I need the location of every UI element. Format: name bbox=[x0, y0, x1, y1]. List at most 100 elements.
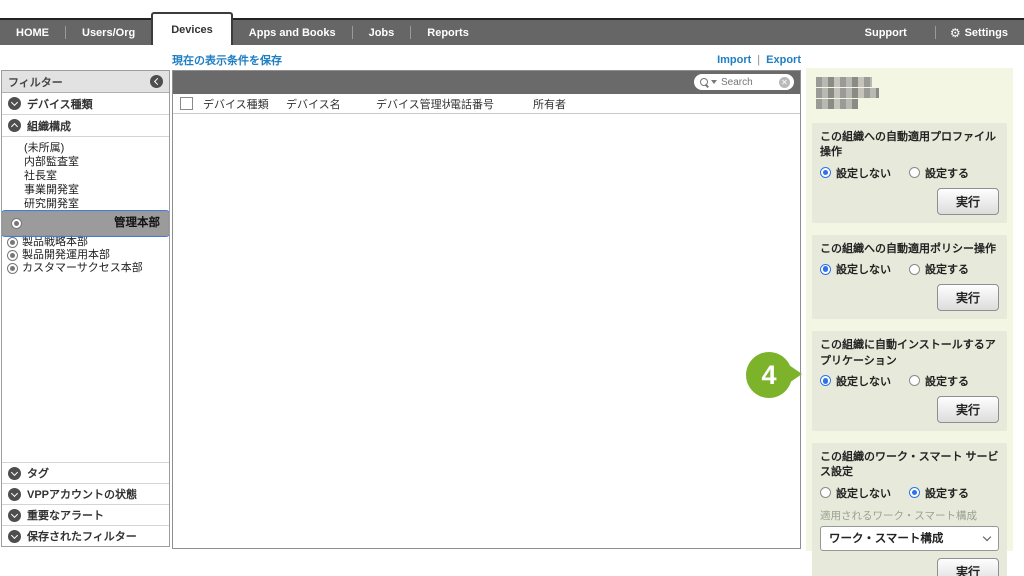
filter-section-device-type[interactable]: デバイス種類 bbox=[2, 93, 169, 115]
tab-users-org[interactable]: Users/Org bbox=[66, 27, 151, 39]
tab-reports[interactable]: Reports bbox=[411, 27, 485, 39]
tree-expand-icon[interactable] bbox=[7, 263, 18, 274]
filter-sidebar-header: フィルター bbox=[2, 71, 169, 93]
radio-set[interactable] bbox=[909, 167, 920, 178]
filter-title: フィルター bbox=[8, 74, 63, 90]
filter-section-vpp-account[interactable]: VPPアカウントの状態 bbox=[2, 483, 169, 504]
org-tree-item-product-devops[interactable]: 製品開発運用本部 bbox=[2, 249, 169, 262]
radio-label[interactable]: 設定する bbox=[925, 261, 969, 277]
chevron-down-icon bbox=[8, 509, 21, 522]
tree-expand-icon[interactable] bbox=[7, 237, 18, 248]
filter-section-important-alerts[interactable]: 重要なアラート bbox=[2, 504, 169, 525]
filter-sidebar: フィルター デバイス種類 組織構成 (未所属) 内部監査室 社長室 事業開発室 … bbox=[1, 70, 170, 547]
work-smart-config-label: 適用されるワーク・スマート構成 bbox=[820, 508, 999, 523]
chevron-down-icon bbox=[983, 532, 991, 540]
org-tree-label: 管理本部 bbox=[114, 218, 160, 229]
org-tree-item-business-dev[interactable]: 事業開発室 bbox=[2, 183, 169, 197]
radio-set[interactable] bbox=[909, 264, 920, 275]
search-scope-caret-icon[interactable] bbox=[711, 80, 717, 84]
gear-icon: ⚙ bbox=[950, 27, 961, 39]
search-box[interactable]: ✕ bbox=[694, 74, 794, 90]
org-tree-item-internal-audit[interactable]: 内部監査室 bbox=[2, 155, 169, 169]
tab-apps-and-books[interactable]: Apps and Books bbox=[233, 27, 352, 39]
auto-policy-section: この組織への自動適用ポリシー操作 設定しない 設定する 実行 bbox=[812, 235, 1007, 319]
radio-set[interactable] bbox=[909, 487, 920, 498]
radio-label[interactable]: 設定する bbox=[925, 373, 969, 389]
radio-dont-set[interactable] bbox=[820, 487, 831, 498]
column-header-owner[interactable]: 所有者 bbox=[533, 96, 800, 112]
execute-button[interactable]: 実行 bbox=[937, 396, 999, 423]
step-4-badge: 4 bbox=[746, 352, 792, 398]
export-link[interactable]: Export bbox=[766, 54, 801, 66]
search-icon bbox=[700, 78, 708, 86]
work-smart-service-section: この組織のワーク・スマート サービス設定 設定しない 設定する 適用されるワーク… bbox=[812, 443, 1007, 576]
radio-label[interactable]: 設定しない bbox=[836, 373, 891, 389]
execute-button[interactable]: 実行 bbox=[937, 188, 999, 215]
org-tree-item-rnd[interactable]: 研究開発室 bbox=[2, 197, 169, 211]
select-all-checkbox[interactable] bbox=[180, 97, 193, 110]
chevron-up-icon bbox=[8, 119, 21, 132]
filter-section-saved-filters[interactable]: 保存されたフィルター bbox=[2, 525, 169, 546]
radio-dont-set[interactable] bbox=[820, 264, 831, 275]
tree-expand-icon[interactable] bbox=[11, 218, 22, 229]
redacted-org-name bbox=[816, 77, 1007, 109]
tab-home[interactable]: HOME bbox=[0, 27, 65, 39]
settings-link[interactable]: ⚙ Settings bbox=[948, 27, 1010, 39]
radio-label[interactable]: 設定しない bbox=[836, 165, 891, 181]
radio-label[interactable]: 設定する bbox=[925, 165, 969, 181]
radio-label[interactable]: 設定する bbox=[925, 485, 969, 501]
chevron-down-icon bbox=[8, 530, 21, 543]
radio-dont-set[interactable] bbox=[820, 167, 831, 178]
section-title: この組織に自動インストールするアプリケーション bbox=[820, 338, 999, 369]
tab-devices-active[interactable]: Devices bbox=[151, 12, 233, 45]
select-value: ワーク・スマート構成 bbox=[829, 530, 943, 546]
filter-section-label: デバイス種類 bbox=[27, 96, 93, 112]
column-header-device-type[interactable]: デバイス種類 bbox=[203, 96, 286, 112]
org-tree-item-unassigned[interactable]: (未所属) bbox=[2, 141, 169, 155]
work-smart-config-select[interactable]: ワーク・スマート構成 bbox=[820, 526, 999, 551]
radio-set[interactable] bbox=[909, 375, 920, 386]
org-tree-item-customer-success[interactable]: カスタマーサクセス本部 bbox=[2, 262, 169, 275]
collapse-panel-icon[interactable] bbox=[150, 75, 163, 88]
column-header-device-name[interactable]: デバイス名 bbox=[286, 96, 376, 112]
filter-section-label: 重要なアラート bbox=[27, 507, 104, 523]
filter-section-label: 保存されたフィルター bbox=[27, 528, 137, 544]
filter-section-label: VPPアカウントの状態 bbox=[27, 486, 137, 502]
org-settings-panel: この組織への自動適用プロファイル操作 設定しない 設定する 実行 この組織への自… bbox=[806, 68, 1013, 551]
table-toolbar: ✕ bbox=[173, 71, 800, 94]
tab-jobs[interactable]: Jobs bbox=[353, 27, 411, 39]
column-header-phone-number[interactable]: 電話番号 bbox=[450, 96, 533, 112]
section-title: この組織への自動適用プロファイル操作 bbox=[820, 130, 999, 161]
org-tree-item-product-strategy[interactable]: 製品戦略本部 bbox=[2, 236, 169, 249]
clear-search-icon[interactable]: ✕ bbox=[779, 77, 790, 88]
auto-profile-section: この組織への自動適用プロファイル操作 設定しない 設定する 実行 bbox=[812, 123, 1007, 223]
execute-button[interactable]: 実行 bbox=[937, 284, 999, 311]
auto-install-apps-section: この組織に自動インストールするアプリケーション 設定しない 設定する 実行 bbox=[812, 331, 1007, 431]
top-navigation: HOME Users/Org Devices Apps and Books Jo… bbox=[0, 18, 1024, 45]
org-tree-item-admin-hq-selected[interactable]: 管理本部 bbox=[2, 211, 169, 236]
org-tree-item-president-office[interactable]: 社長室 bbox=[2, 169, 169, 183]
action-bar: 現在の表示条件を保存 Import | Export bbox=[172, 52, 801, 68]
filter-section-label: タグ bbox=[27, 465, 49, 481]
radio-dont-set[interactable] bbox=[820, 375, 831, 386]
chevron-down-icon bbox=[8, 97, 21, 110]
org-tree-label: 製品開発運用本部 bbox=[22, 250, 110, 261]
chevron-down-icon bbox=[8, 488, 21, 501]
filter-section-tags[interactable]: タグ bbox=[2, 462, 169, 483]
filter-section-org-structure[interactable]: 組織構成 bbox=[2, 115, 169, 137]
column-header-management-status[interactable]: デバイス管理状態 bbox=[376, 96, 450, 112]
device-table: ✕ デバイス種類 デバイス名 デバイス管理状態 電話番号 所有者 bbox=[172, 70, 801, 549]
support-link[interactable]: Support bbox=[849, 27, 923, 39]
search-input[interactable] bbox=[719, 77, 777, 88]
save-view-link[interactable]: 現在の表示条件を保存 bbox=[172, 52, 282, 68]
tree-expand-icon[interactable] bbox=[7, 250, 18, 261]
radio-label[interactable]: 設定しない bbox=[836, 261, 891, 277]
filter-section-label: 組織構成 bbox=[27, 118, 71, 134]
link-separator: | bbox=[757, 54, 760, 66]
table-header-row: デバイス種類 デバイス名 デバイス管理状態 電話番号 所有者 bbox=[173, 94, 800, 114]
execute-button[interactable]: 実行 bbox=[937, 558, 999, 576]
org-tree: (未所属) 内部監査室 社長室 事業開発室 研究開発室 管理本部 製品戦略本部 … bbox=[2, 137, 169, 462]
import-link[interactable]: Import bbox=[717, 54, 751, 66]
tab-separator bbox=[935, 26, 936, 39]
radio-label[interactable]: 設定しない bbox=[836, 485, 891, 501]
